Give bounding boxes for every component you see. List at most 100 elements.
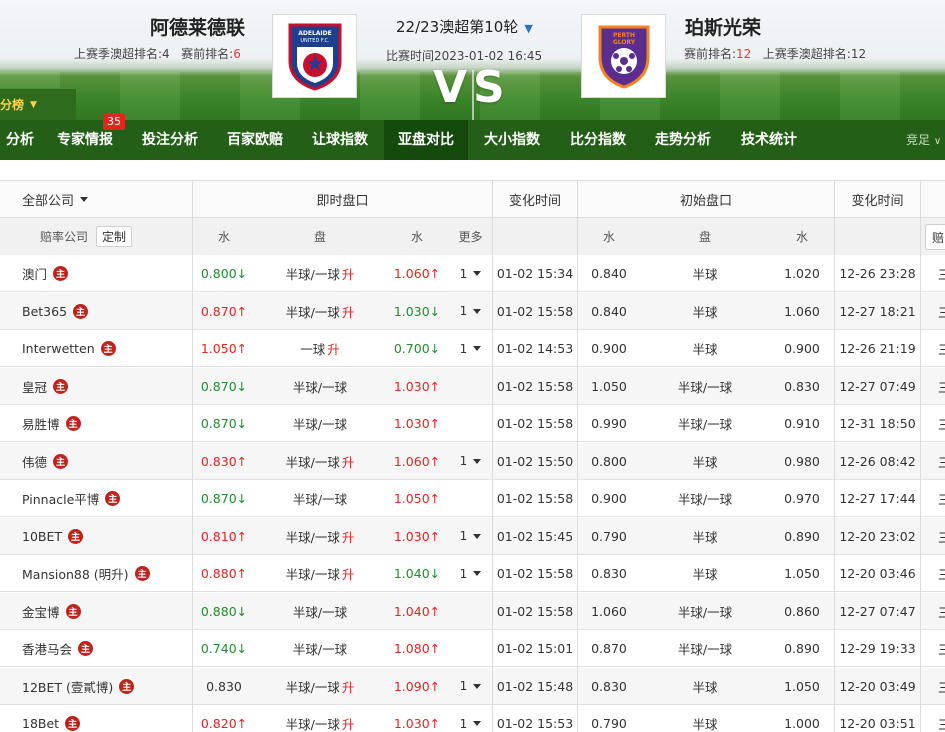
- company-name[interactable]: 香港马会: [22, 639, 72, 658]
- company-name[interactable]: 易胜博: [22, 414, 60, 433]
- company-cell[interactable]: 金宝博主: [22, 593, 192, 630]
- tab-trend-analysis[interactable]: 走势分析: [641, 120, 725, 160]
- arrow-up-icon: ↑: [236, 303, 248, 319]
- live-water-cell: 0.800 ↓: [193, 255, 255, 292]
- more-dropdown[interactable]: 1: [449, 668, 492, 705]
- company-name[interactable]: 18Bet: [22, 716, 59, 731]
- company-cell[interactable]: 18Bet 主: [22, 705, 192, 732]
- initial-water2-cell: 0.830: [784, 378, 820, 394]
- standings-dropdown[interactable]: 积分榜 ▼: [0, 88, 76, 120]
- jingzu-dropdown[interactable]: 竞足 ∨: [906, 120, 941, 160]
- tab-bet-analysis[interactable]: 投注分析: [129, 120, 211, 160]
- company-cell[interactable]: 伟德主: [22, 443, 192, 480]
- more-dropdown[interactable]: 1: [449, 518, 492, 555]
- company-name[interactable]: Bet365: [22, 304, 67, 319]
- company-cell[interactable]: 10BET 主: [22, 518, 192, 555]
- live-water2-cell: 1.030 ↑: [385, 705, 449, 732]
- table-row[interactable]: Bet365 主 0.870 ↑ 半球/一球升 1.030 ↓ 1 01-02 15:58 0.8…: [0, 292, 945, 330]
- edge-odds-button[interactable]: 赔: [925, 224, 945, 250]
- initial-water-cell: 0.800: [591, 453, 627, 469]
- caret-down-icon: [473, 533, 482, 539]
- standings-label: 积分榜: [0, 98, 25, 112]
- more-dropdown[interactable]: 1: [449, 293, 492, 330]
- company-name[interactable]: 12BET (壹貳博): [22, 677, 113, 696]
- more-count: 1: [459, 566, 468, 581]
- live-water2-cell: 1.030 ↑: [385, 368, 449, 405]
- company-name[interactable]: Mansion88 (明升): [22, 564, 129, 583]
- company-cell[interactable]: Bet365 主: [22, 293, 192, 330]
- table-row[interactable]: Mansion88 (明升) 主 0.880 ↑ 半球/一球升 1.040 ↓ 1 01-02 …: [0, 555, 945, 592]
- initial-change-time-header: 变化时间: [851, 193, 904, 209]
- company-name[interactable]: 伟德: [22, 452, 47, 471]
- page: 阿德莱德联 上赛季澳超排名:4 赛前排名:6 ADELAIDE UNITED F…: [0, 0, 945, 732]
- company-name[interactable]: 澳门: [22, 264, 47, 283]
- arrow-up-icon: ↑: [429, 603, 441, 619]
- table-row[interactable]: 10BET 主 0.810 ↑ 半球/一球升 1.030 ↑ 1 01-02 15:45 0.79…: [0, 517, 945, 555]
- company-name[interactable]: Interwetten: [22, 341, 95, 356]
- table-row[interactable]: Interwetten 主 1.050 ↑ 一球升 0.700 ↓ 1 01-02 14:53 0…: [0, 330, 945, 367]
- live-handicap-header: 盘: [313, 230, 326, 244]
- edge-cell: 三: [938, 604, 945, 620]
- live-handicap-value: 半球/一球: [285, 454, 340, 470]
- initial-change-time-cell: 12-26 21:19: [839, 341, 916, 356]
- company-cell[interactable]: 皇冠主: [22, 368, 192, 405]
- table-row[interactable]: 易胜博主 0.870 ↓ 半球/一球 1.030 ↑ 01-02 15:58 0.990 半球/…: [0, 405, 945, 442]
- table-row[interactable]: 澳门主 0.800 ↓ 半球/一球升 1.060 ↑ 1 01-02 15:34 0.840 半球…: [0, 255, 945, 292]
- more-dropdown[interactable]: 1: [449, 555, 492, 592]
- table-row[interactable]: 12BET (壹貳博) 主 0.830 半球/一球升 1.090 ↑ 1 01-02 15:4…: [0, 667, 945, 705]
- table-row[interactable]: 伟德主 0.830 ↑ 半球/一球升 1.060 ↑ 1 01-02 15:50 0.800 半球…: [0, 442, 945, 480]
- table-row[interactable]: Pinnacle平博主 0.870 ↓ 半球/一球 1.050 ↑ 01-02 15:58 0…: [0, 480, 945, 517]
- initial-handicap-header: 盘: [698, 230, 711, 244]
- round-selector[interactable]: 22/23澳超第10轮 ▼: [396, 16, 533, 37]
- company-name[interactable]: Pinnacle平博: [22, 489, 99, 508]
- initial-water2-cell: 1.050: [784, 566, 820, 581]
- tab-analysis[interactable]: 分析: [0, 120, 40, 160]
- tab-over-under[interactable]: 大小指数: [470, 120, 554, 160]
- live-water-cell: 0.820 ↑: [193, 705, 255, 732]
- home-team-logo[interactable]: ADELAIDE UNITED F.C.: [272, 14, 357, 98]
- live-water2-cell: 1.040 ↑: [385, 593, 449, 630]
- home-marker-icon: 主: [73, 303, 89, 319]
- edge-cell: 三: [938, 342, 945, 357]
- home-team-name[interactable]: 阿德莱德联: [150, 13, 245, 40]
- company-cell[interactable]: 澳门主: [22, 255, 192, 292]
- initial-change-time-cell: 12-20 03:49: [839, 678, 916, 694]
- custom-button[interactable]: 定制: [96, 226, 133, 247]
- live-water-value: 0.870: [200, 378, 237, 394]
- company-cell[interactable]: 香港马会主: [22, 630, 192, 667]
- company-filter-dropdown[interactable]: 全部公司: [0, 181, 192, 217]
- handicap-up-marker: 升: [341, 267, 355, 282]
- more-dropdown[interactable]: 1: [449, 255, 492, 292]
- company-cell[interactable]: 易胜博主: [22, 405, 192, 442]
- company-name[interactable]: 10BET: [22, 529, 62, 544]
- live-handicap-value: 半球/一球: [292, 417, 348, 432]
- company-cell[interactable]: Interwetten 主: [22, 330, 192, 367]
- tab-handicap-index[interactable]: 让球指数: [299, 120, 381, 160]
- company-cell[interactable]: Pinnacle平博主: [22, 480, 192, 517]
- company-cell[interactable]: 12BET (壹貳博) 主: [22, 668, 192, 705]
- home-last-season-rank: 4: [162, 47, 170, 61]
- company-cell[interactable]: Mansion88 (明升) 主: [22, 555, 192, 592]
- away-team-name[interactable]: 珀斯光荣: [685, 13, 761, 40]
- tab-asian-handicap[interactable]: 亚盘对比: [384, 120, 468, 160]
- table-row[interactable]: 香港马会主 0.740 ↓ 半球/一球 1.080 ↑ 01-02 15:01 0.870 半球…: [0, 630, 945, 667]
- more-dropdown[interactable]: 1: [449, 443, 492, 480]
- tab-score-index[interactable]: 比分指数: [556, 120, 640, 160]
- arrow-down-icon: ↓: [429, 341, 441, 356]
- change-time-cell: 01-02 15:58: [496, 603, 574, 619]
- initial-change-time-cell: 12-27 07:47: [839, 603, 916, 619]
- table-row[interactable]: 金宝博主 0.880 ↓ 半球/一球 1.040 ↑ 01-02 15:58 1.060 半球/…: [0, 592, 945, 630]
- more-dropdown[interactable]: 1: [449, 705, 492, 732]
- tab-tech-stats[interactable]: 技术统计: [727, 120, 811, 160]
- tab-euro-odds[interactable]: 百家欧赔: [214, 120, 296, 160]
- table-row[interactable]: 皇冠主 0.870 ↓ 半球/一球 1.030 ↑ 01-02 15:58 1.050 半球/一…: [0, 367, 945, 405]
- caret-down-icon: [80, 196, 89, 202]
- initial-change-time-cell: 12-20 23:02: [839, 528, 916, 544]
- company-name[interactable]: 皇冠: [22, 377, 47, 396]
- company-name[interactable]: 金宝博: [22, 602, 60, 621]
- more-dropdown[interactable]: 1: [449, 330, 492, 367]
- live-water-value: 0.870: [200, 416, 237, 431]
- table-row[interactable]: 18Bet 主 0.820 ↑ 半球/一球升 1.030 ↑ 1 01-02 15:53 0.79…: [0, 705, 945, 732]
- live-water2-cell: 1.050 ↑: [385, 480, 449, 517]
- away-team-logo[interactable]: PERTH GLORY: [581, 14, 666, 98]
